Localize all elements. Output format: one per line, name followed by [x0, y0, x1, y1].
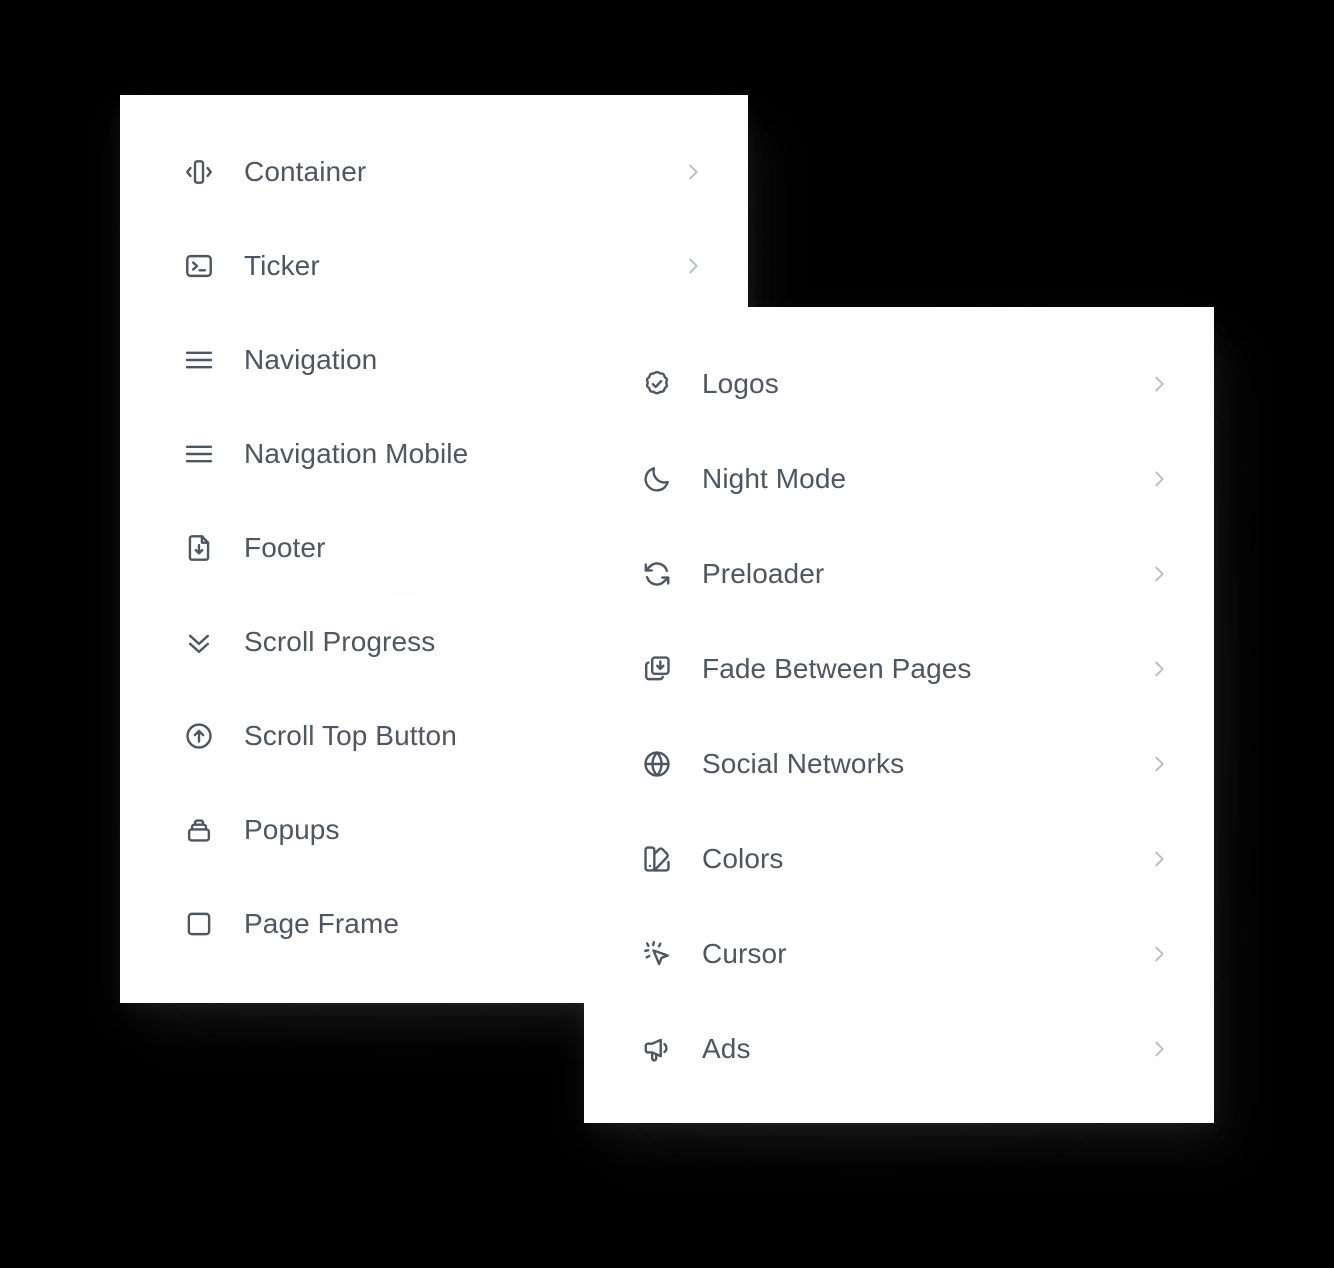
- terminal-icon: [182, 249, 216, 283]
- menu-item-ticker[interactable]: Ticker: [120, 219, 748, 313]
- menu-item-label: Colors: [702, 842, 784, 874]
- menu-item-label: Fade Between Pages: [702, 652, 972, 684]
- menu-item-label: Logos: [702, 367, 779, 399]
- menu-item-fade-between-pages[interactable]: Fade Between Pages: [584, 621, 1214, 716]
- menu-item-label: Social Networks: [702, 747, 905, 779]
- menu-item-logos[interactable]: Logos: [584, 336, 1214, 431]
- menu-item-social-networks[interactable]: Social Networks: [584, 716, 1214, 811]
- chevron-right-icon[interactable]: [1148, 848, 1170, 870]
- popup-stack-icon: [182, 813, 216, 847]
- chevron-right-icon[interactable]: [1148, 1038, 1170, 1060]
- menu-item-colors[interactable]: Colors: [584, 811, 1214, 906]
- menu-item-night-mode[interactable]: Night Mode: [584, 431, 1214, 526]
- menu-item-label: Container: [244, 156, 367, 188]
- chevron-right-icon[interactable]: [1148, 468, 1170, 490]
- chevron-right-icon[interactable]: [1148, 373, 1170, 395]
- menu-item-cursor[interactable]: Cursor: [584, 906, 1214, 1001]
- chevrons-down-icon: [182, 625, 216, 659]
- file-download-icon: [182, 531, 216, 565]
- megaphone-icon: [640, 1032, 674, 1066]
- chevron-right-icon[interactable]: [682, 255, 704, 277]
- menu-item-label: Ads: [702, 1032, 751, 1064]
- chevron-right-icon[interactable]: [1148, 563, 1170, 585]
- arrow-up-circle-icon: [182, 719, 216, 753]
- hamburger-menu-icon: [182, 437, 216, 471]
- hamburger-menu-icon: [182, 343, 216, 377]
- chevron-right-icon[interactable]: [1148, 943, 1170, 965]
- square-icon: [182, 907, 216, 941]
- globe-icon: [640, 747, 674, 781]
- cursor-click-icon: [640, 937, 674, 971]
- menu-item-ads[interactable]: Ads: [584, 1001, 1214, 1096]
- chevron-right-icon[interactable]: [1148, 658, 1170, 680]
- menu-item-label: Preloader: [702, 557, 825, 589]
- site-features-menu-list: Logos Night Mode Preloader Fade Between Pag…: [584, 307, 1214, 1123]
- layers-download-icon: [640, 652, 674, 686]
- menu-item-label: Cursor: [702, 937, 787, 969]
- color-swatch-icon: [640, 842, 674, 876]
- menus-stage: Container Ticker Navigation Navigation Mobi…: [0, 0, 1334, 1268]
- chevron-right-icon[interactable]: [682, 161, 704, 183]
- menu-item-label: Ticker: [244, 250, 320, 282]
- moon-icon: [640, 462, 674, 496]
- chevron-right-icon[interactable]: [1148, 753, 1170, 775]
- menu-item-preloader[interactable]: Preloader: [584, 526, 1214, 621]
- menu-item-container[interactable]: Container: [120, 125, 748, 219]
- site-features-menu-panel: Logos Night Mode Preloader Fade Between Pag…: [584, 307, 1214, 1123]
- menu-item-label: Night Mode: [702, 462, 847, 494]
- container-icon: [182, 155, 216, 189]
- badge-check-icon: [640, 367, 674, 401]
- refresh-icon: [640, 557, 674, 591]
